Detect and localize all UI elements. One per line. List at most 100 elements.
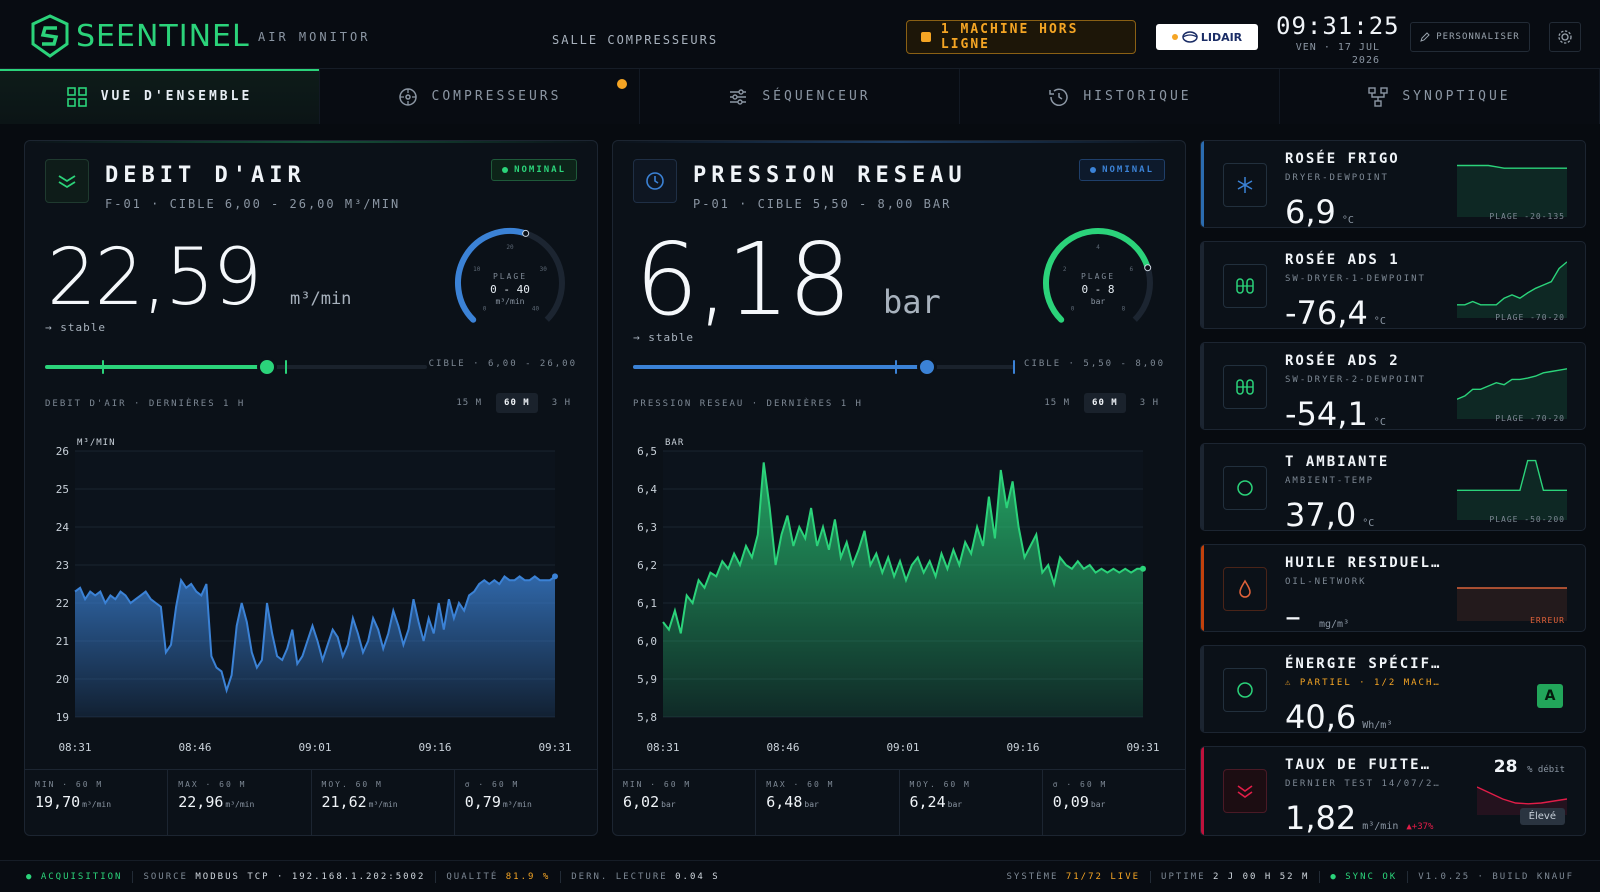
current-value: 6,18 <box>635 221 852 338</box>
card-subtitle: P-01 · CIBLE 5,50 - 8,00 BAR <box>693 197 952 211</box>
stat-value: 19,70 <box>35 793 81 811</box>
x-tick-label: 09:16 <box>418 741 451 754</box>
pressure-chart: 6,5 6,4 6,3 6,2 6,1 6,0 5,9 5,8 BAR 08:31 08:46 09:… <box>637 438 1159 754</box>
sensor-unit: °C <box>1362 518 1375 529</box>
gauge-label: PLAGE <box>1081 272 1115 281</box>
tab-label: SÉQUENCEUR <box>762 89 871 104</box>
system-value: 71/72 LIVE <box>1065 871 1141 882</box>
gauge-label: PLAGE <box>493 272 527 281</box>
sensor-accent-bar <box>1201 444 1204 530</box>
sensor-title: HUILE RESIDUEL… <box>1285 555 1442 571</box>
range-selector: 15 M 60 M 3 H <box>448 393 579 413</box>
stat-max: MAX · 60 M 6,48 bar <box>756 770 900 835</box>
y-tick-label: 6,4 <box>637 483 657 496</box>
status-badge: NOMINAL <box>491 159 577 181</box>
sensor-value: 37,0 <box>1285 496 1357 531</box>
alert-indicator-icon <box>921 32 931 42</box>
live-dot-icon: ● <box>26 871 41 882</box>
tab-synoptic[interactable]: SYNOPTIQUE <box>1280 69 1600 124</box>
sensor-card-ads2-dewpoint[interactable]: ROSÉE ADS 2 SW-DRYER-2-DEWPOINT -54,1 °C … <box>1200 342 1586 430</box>
top-header: SEENTINEL AIR MONITOR SALLE COMPRESSEURS… <box>0 0 1600 69</box>
target-slider[interactable] <box>45 357 427 377</box>
tab-overview[interactable]: VUE D'ENSEMBLE <box>0 69 320 124</box>
y-tick-label: 5,9 <box>637 673 657 686</box>
sensor-card-dryer-dewpoint[interactable]: ROSÉE FRIGO DRYER-DEWPOINT 6,9 °C PLAGE -… <box>1200 140 1586 228</box>
stat-label: MIN · 60 M <box>623 780 692 789</box>
sensor-icon-box <box>1223 466 1267 510</box>
stat-avg: MOY. 60 M 6,24 bar <box>900 770 1043 835</box>
quality-info: QUALITÉ 81.9 % <box>446 872 550 882</box>
slider-min-tick <box>895 360 897 374</box>
range-60m-button[interactable]: 60 M <box>496 393 538 413</box>
last-point-marker <box>1140 565 1146 572</box>
gauge-marker <box>522 229 530 237</box>
range-15m-button[interactable]: 15 M <box>448 393 490 413</box>
quality-value: 81.9 % <box>505 871 551 882</box>
gauge-tick-label: 4 <box>1096 244 1100 251</box>
tab-compressors[interactable]: COMPRESSEURS <box>320 69 640 124</box>
slider-knob[interactable] <box>256 357 277 377</box>
y-tick-label: 5,8 <box>637 711 657 724</box>
sensor-accent-bar <box>1201 545 1204 631</box>
partner-dot-icon <box>1171 34 1178 40</box>
y-axis-label: BAR <box>665 438 684 448</box>
gauge-tick-label: 0 <box>483 305 487 312</box>
range-60m-button[interactable]: 60 M <box>1084 393 1126 413</box>
snowflake-icon <box>1237 177 1253 193</box>
brand-logo[interactable]: SEENTINEL <box>30 14 250 58</box>
sensor-warning: ⚠ PARTIEL · 1/2 MACH… <box>1285 678 1441 688</box>
air-flow-card[interactable]: DEBIT D'AIR F-01 · CIBLE 6,00 - 26,00 M³… <box>24 140 598 836</box>
customize-button[interactable]: PERSONNALISER <box>1410 22 1530 52</box>
history-label: DEBIT D'AIR · DERNIÈRES 1 H <box>45 399 246 409</box>
pressure-card[interactable]: PRESSION RESEAU P-01 · CIBLE 5,50 - 8,00… <box>612 140 1186 836</box>
gauge-unit: m³/min <box>496 297 525 306</box>
slider-knob[interactable] <box>917 357 938 377</box>
sensor-icon-box <box>1223 264 1267 308</box>
y-tick-label: 22 <box>56 597 69 610</box>
gauge-marker <box>1144 264 1152 272</box>
tab-label: VUE D'ENSEMBLE <box>100 89 253 104</box>
sensor-error: ERREUR <box>1530 616 1565 625</box>
brand-name: SEENTINEL <box>76 18 250 54</box>
pressure-icon-box <box>633 159 677 203</box>
sensor-card-ads1-dewpoint[interactable]: ROSÉE ADS 1 SW-DRYER-1-DEWPOINT -76,4 °C … <box>1200 241 1586 329</box>
system-info: SYSTÈME 71/72 LIVE <box>1006 872 1140 882</box>
last-read-label: DERN. LECTURE <box>571 871 668 882</box>
settings-button[interactable] <box>1549 22 1581 52</box>
sensor-value: 6,9 <box>1285 193 1336 228</box>
sensor-unit: °C <box>1341 215 1354 226</box>
energy-grade-badge: A <box>1537 684 1563 708</box>
sensor-value: -76,4 <box>1285 294 1368 329</box>
sensor-card-residual-oil[interactable]: HUILE RESIDUEL… OIL-NETWORK – mg/m³ ERREU… <box>1200 544 1586 632</box>
sensor-card-specific-energy[interactable]: ÉNERGIE SPÉCIF… ⚠ PARTIEL · 1/2 MACH… 40… <box>1200 645 1586 733</box>
sensor-card-ambient-temp[interactable]: T AMBIANTE AMBIENT-TEMP 37,0 °C PLAGE -50… <box>1200 443 1586 531</box>
stat-unit: bar <box>1090 800 1106 809</box>
range-15m-button[interactable]: 15 M <box>1036 393 1078 413</box>
gauge-tick-label: 6 <box>1129 266 1133 273</box>
range-3h-button[interactable]: 3 H <box>1132 393 1167 413</box>
sensor-range: PLAGE -20-135 <box>1489 212 1565 221</box>
tab-label: SYNOPTIQUE <box>1402 89 1511 104</box>
stat-max: MAX · 60 M 22,96 m³/min <box>168 770 312 835</box>
sensor-accent-bar <box>1201 242 1204 328</box>
sparkline-area <box>1457 165 1567 217</box>
stat-label: MOY. 60 M <box>909 780 971 789</box>
tab-sequencer[interactable]: SÉQUENCEUR <box>640 69 960 124</box>
divider <box>1319 870 1321 883</box>
offline-alert-badge[interactable]: 1 MACHINE HORS LIGNE <box>906 20 1136 54</box>
date: VEN · 17 JUL 2026 <box>1294 41 1380 67</box>
source-label: SOURCE <box>143 871 188 882</box>
divider <box>435 870 437 883</box>
sensor-sparkline <box>1457 368 1567 419</box>
leak-level-badge: Élevé <box>1519 808 1565 825</box>
range-3h-button[interactable]: 3 H <box>544 393 579 413</box>
y-tick-label: 19 <box>56 711 69 724</box>
status-dot-icon <box>1090 167 1097 173</box>
diagram-icon <box>1368 86 1389 107</box>
sliders-icon <box>730 88 747 105</box>
sensor-card-leak-rate[interactable]: TAUX DE FUITE… DERNIER TEST 14/07/2… 1,8… <box>1200 746 1586 836</box>
warning-dot-icon <box>617 79 627 89</box>
main-tabs: VUE D'ENSEMBLE COMPRESSEURS SÉQUENCEUR H… <box>0 69 1600 124</box>
target-slider[interactable] <box>633 357 1015 377</box>
tab-history[interactable]: HISTORIQUE <box>960 69 1280 124</box>
